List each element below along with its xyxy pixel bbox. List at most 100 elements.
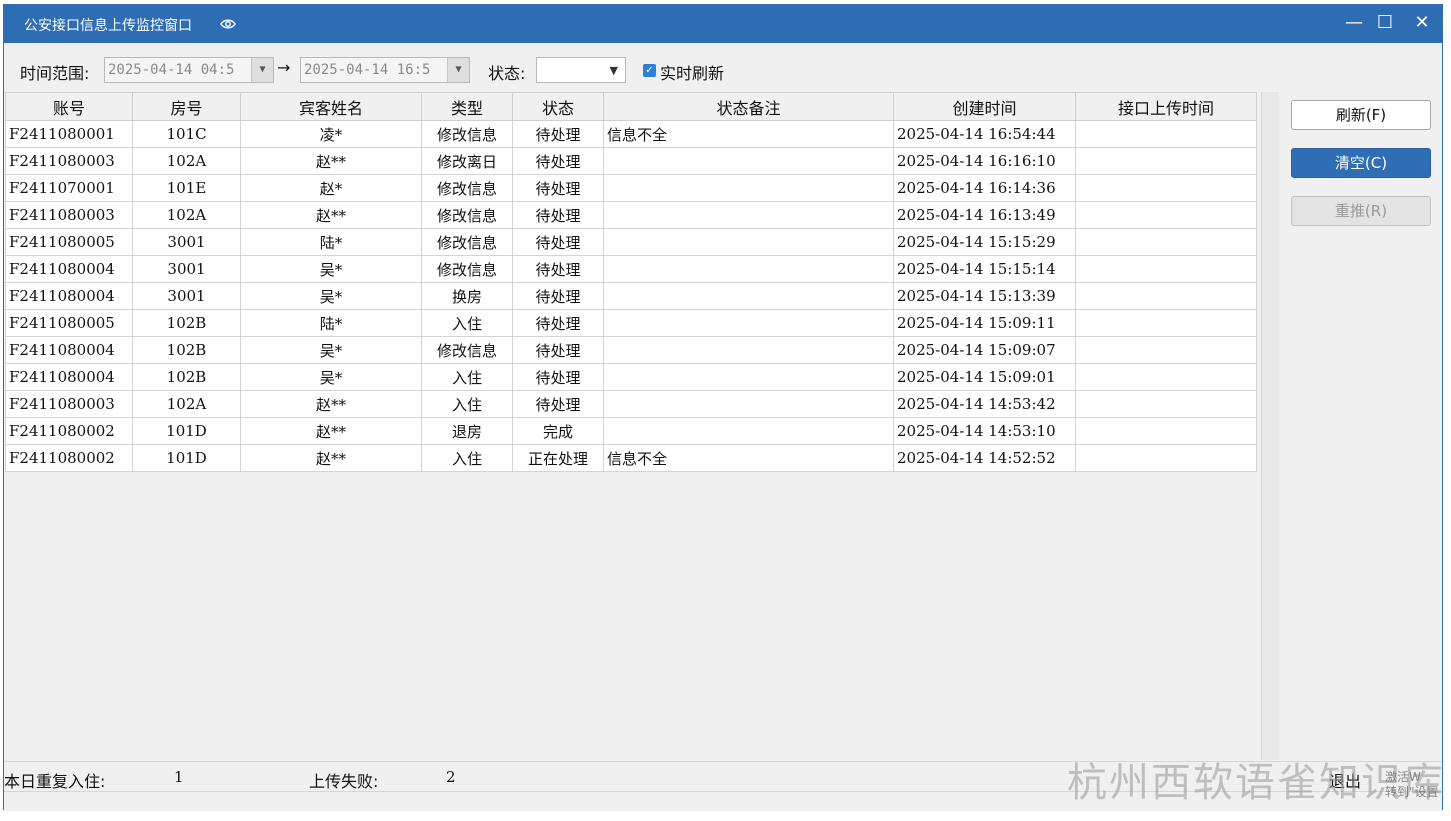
cell-account[interactable]: F2411080003 [5, 201, 133, 229]
cell-account[interactable]: F2411080004 [5, 363, 133, 391]
repush-button[interactable]: 重推(R) [1291, 196, 1431, 226]
cell-status[interactable]: 待处理 [512, 282, 604, 310]
cell-status-note[interactable]: 信息不全 [603, 120, 894, 148]
table-row[interactable]: F2411080003 102A 赵** 修改信息 待处理 2025-04-14 16:1… [5, 201, 1257, 229]
cell-status[interactable]: 待处理 [512, 390, 604, 418]
cell-created-time[interactable]: 2025-04-14 14:53:10 [893, 417, 1076, 445]
cell-upload-time[interactable] [1075, 147, 1257, 175]
cell-status-note[interactable] [603, 390, 894, 418]
cell-upload-time[interactable] [1075, 174, 1257, 202]
cell-status[interactable]: 待处理 [512, 120, 604, 148]
cell-room[interactable]: 3001 [132, 282, 241, 310]
cell-created-time[interactable]: 2025-04-14 15:15:14 [893, 255, 1076, 283]
vertical-scrollbar[interactable] [1261, 92, 1279, 760]
col-header-created-time[interactable]: 创建时间 [893, 92, 1076, 121]
cell-guest-name[interactable]: 陆* [240, 228, 422, 256]
cell-upload-time[interactable] [1075, 363, 1257, 391]
cell-upload-time[interactable] [1075, 309, 1257, 337]
cell-type[interactable]: 入住 [421, 363, 513, 391]
cell-guest-name[interactable]: 吴* [240, 282, 422, 310]
cell-guest-name[interactable]: 赵* [240, 174, 422, 202]
cell-type[interactable]: 入住 [421, 309, 513, 337]
table-row[interactable]: F2411080005 3001 陆* 修改信息 待处理 2025-04-14 15:15… [5, 228, 1257, 256]
end-time-picker[interactable]: 2025-04-14 16:5 ▼ [300, 57, 470, 83]
realtime-refresh-checkbox[interactable]: ✓ [643, 64, 656, 77]
cell-account[interactable]: F2411080005 [5, 309, 133, 337]
cell-type[interactable]: 修改离日 [421, 147, 513, 175]
cell-type[interactable]: 修改信息 [421, 228, 513, 256]
cell-account[interactable]: F2411080003 [5, 390, 133, 418]
cell-room[interactable]: 3001 [132, 228, 241, 256]
cell-account[interactable]: F2411080002 [5, 444, 133, 472]
cell-type[interactable]: 修改信息 [421, 174, 513, 202]
cell-upload-time[interactable] [1075, 120, 1257, 148]
cell-room[interactable]: 102A [132, 390, 241, 418]
cell-account[interactable]: F2411080002 [5, 417, 133, 445]
minimize-icon[interactable]: — [1339, 9, 1369, 37]
cell-guest-name[interactable]: 陆* [240, 309, 422, 337]
cell-upload-time[interactable] [1075, 282, 1257, 310]
cell-created-time[interactable]: 2025-04-14 15:09:11 [893, 309, 1076, 337]
cell-room[interactable]: 3001 [132, 255, 241, 283]
table-row[interactable]: F2411080004 102B 吴* 入住 待处理 2025-04-14 15:09:0… [5, 363, 1257, 391]
cell-status-note[interactable] [603, 282, 894, 310]
cell-status-note[interactable] [603, 174, 894, 202]
cell-upload-time[interactable] [1075, 417, 1257, 445]
cell-guest-name[interactable]: 吴* [240, 255, 422, 283]
col-header-upload-time[interactable]: 接口上传时间 [1075, 92, 1257, 121]
cell-guest-name[interactable]: 凌* [240, 120, 422, 148]
cell-guest-name[interactable]: 赵** [240, 390, 422, 418]
cell-room[interactable]: 101D [132, 417, 241, 445]
table-row[interactable]: F2411080005 102B 陆* 入住 待处理 2025-04-14 15:09:1… [5, 309, 1257, 337]
table-row[interactable]: F2411080003 102A 赵** 入住 待处理 2025-04-14 14:53:… [5, 390, 1257, 418]
cell-room[interactable]: 101C [132, 120, 241, 148]
eye-icon[interactable] [220, 16, 236, 32]
cell-type[interactable]: 修改信息 [421, 255, 513, 283]
cell-guest-name[interactable]: 吴* [240, 363, 422, 391]
cell-room[interactable]: 102A [132, 201, 241, 229]
cell-type[interactable]: 换房 [421, 282, 513, 310]
cell-created-time[interactable]: 2025-04-14 15:13:39 [893, 282, 1076, 310]
table-row[interactable]: F2411080002 101D 赵** 退房 完成 2025-04-14 14:53:1… [5, 417, 1257, 445]
cell-status[interactable]: 待处理 [512, 201, 604, 229]
table-row[interactable]: F2411080002 101D 赵** 入住 正在处理 信息不全 2025-04-14 1… [5, 444, 1257, 472]
col-header-status[interactable]: 状态 [512, 92, 604, 121]
cell-upload-time[interactable] [1075, 444, 1257, 472]
cell-status-note[interactable] [603, 363, 894, 391]
chevron-down-icon[interactable]: ▼ [610, 59, 618, 83]
cell-room[interactable]: 101E [132, 174, 241, 202]
cell-created-time[interactable]: 2025-04-14 16:54:44 [893, 120, 1076, 148]
cell-status-note[interactable] [603, 417, 894, 445]
table-row[interactable]: F2411070001 101E 赵* 修改信息 待处理 2025-04-14 16:14… [5, 174, 1257, 202]
cell-created-time[interactable]: 2025-04-14 16:16:10 [893, 147, 1076, 175]
cell-upload-time[interactable] [1075, 255, 1257, 283]
cell-room[interactable]: 101D [132, 444, 241, 472]
cell-type[interactable]: 修改信息 [421, 336, 513, 364]
cell-created-time[interactable]: 2025-04-14 16:14:36 [893, 174, 1076, 202]
cell-guest-name[interactable]: 赵** [240, 417, 422, 445]
cell-account[interactable]: F2411080004 [5, 282, 133, 310]
cell-type[interactable]: 修改信息 [421, 120, 513, 148]
table-row[interactable]: F2411080004 102B 吴* 修改信息 待处理 2025-04-14 15:09… [5, 336, 1257, 364]
cell-upload-time[interactable] [1075, 228, 1257, 256]
cell-upload-time[interactable] [1075, 201, 1257, 229]
cell-status-note[interactable] [603, 228, 894, 256]
cell-upload-time[interactable] [1075, 336, 1257, 364]
table-row[interactable]: F2411080004 3001 吴* 修改信息 待处理 2025-04-14 15:15… [5, 255, 1257, 283]
table-row[interactable]: F2411080003 102A 赵** 修改离日 待处理 2025-04-14 16:1… [5, 147, 1257, 175]
cell-guest-name[interactable]: 赵** [240, 444, 422, 472]
cell-type[interactable]: 退房 [421, 417, 513, 445]
cell-created-time[interactable]: 2025-04-14 14:52:52 [893, 444, 1076, 472]
cell-status[interactable]: 待处理 [512, 363, 604, 391]
cell-status[interactable]: 正在处理 [512, 444, 604, 472]
cell-type[interactable]: 修改信息 [421, 201, 513, 229]
dropdown-arrow-icon[interactable]: ▼ [251, 58, 273, 82]
cell-room[interactable]: 102A [132, 147, 241, 175]
realtime-refresh-label[interactable]: 实时刷新 [660, 60, 724, 84]
status-select[interactable]: ▼ [536, 57, 626, 83]
cell-room[interactable]: 102B [132, 309, 241, 337]
cell-status[interactable]: 待处理 [512, 147, 604, 175]
cell-type[interactable]: 入住 [421, 444, 513, 472]
cell-created-time[interactable]: 2025-04-14 15:09:07 [893, 336, 1076, 364]
col-header-guest-name[interactable]: 宾客姓名 [240, 92, 422, 121]
